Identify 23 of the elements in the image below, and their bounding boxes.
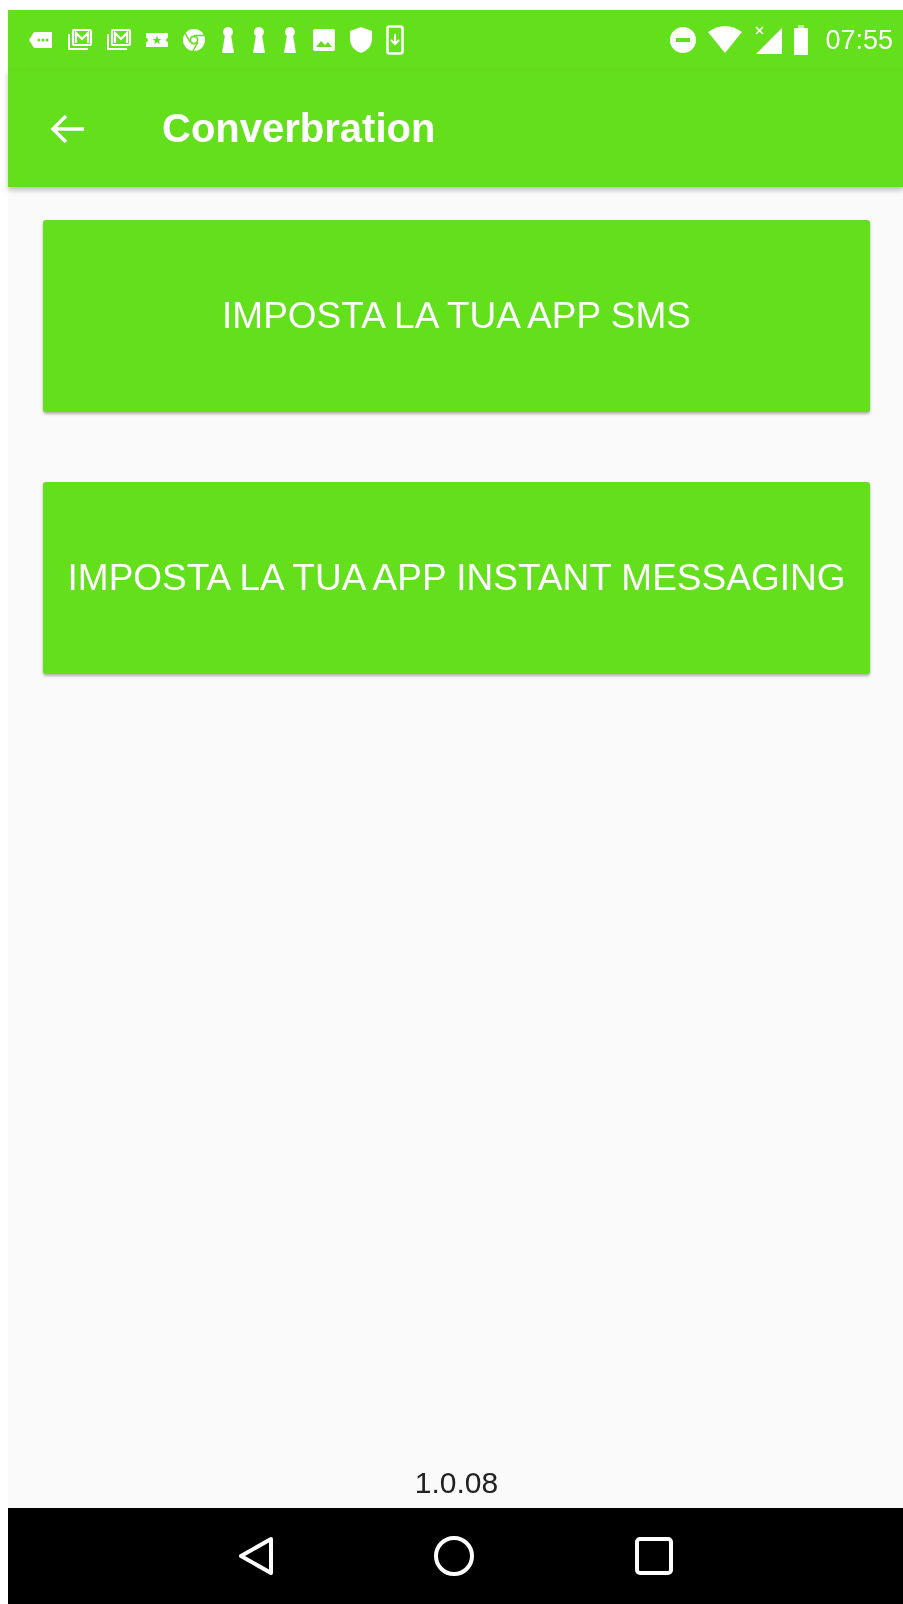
image-icon — [312, 28, 336, 52]
phone-download-icon — [386, 25, 404, 55]
back-nav-icon[interactable] — [237, 1536, 274, 1576]
shield-icon — [349, 26, 373, 54]
setup-button[interactable]: IMPOSTA LA TUA APP SMS — [43, 220, 870, 412]
message-icon — [28, 30, 54, 50]
keyhole-icon — [219, 26, 237, 54]
mail-icon — [106, 28, 132, 52]
app-title: Converbration — [162, 106, 436, 151]
mail-icon — [67, 28, 93, 52]
status-time: 07:55 — [825, 24, 893, 56]
keyhole-icon — [250, 26, 268, 54]
wifi-icon — [707, 26, 744, 54]
setup-button[interactable]: IMPOSTA LA TUA APP INSTANT MESSAGING — [43, 482, 870, 674]
home-nav-icon[interactable] — [433, 1535, 476, 1577]
ticket-icon — [145, 31, 169, 49]
signal-icon — [753, 25, 784, 55]
version-label: 1.0.08 — [413, 1466, 500, 1500]
do-not-disturb-icon — [669, 26, 698, 54]
browser-icon — [182, 28, 206, 52]
battery-icon — [793, 25, 810, 55]
keyhole-icon — [281, 26, 299, 54]
recents-nav-icon[interactable] — [635, 1537, 674, 1575]
